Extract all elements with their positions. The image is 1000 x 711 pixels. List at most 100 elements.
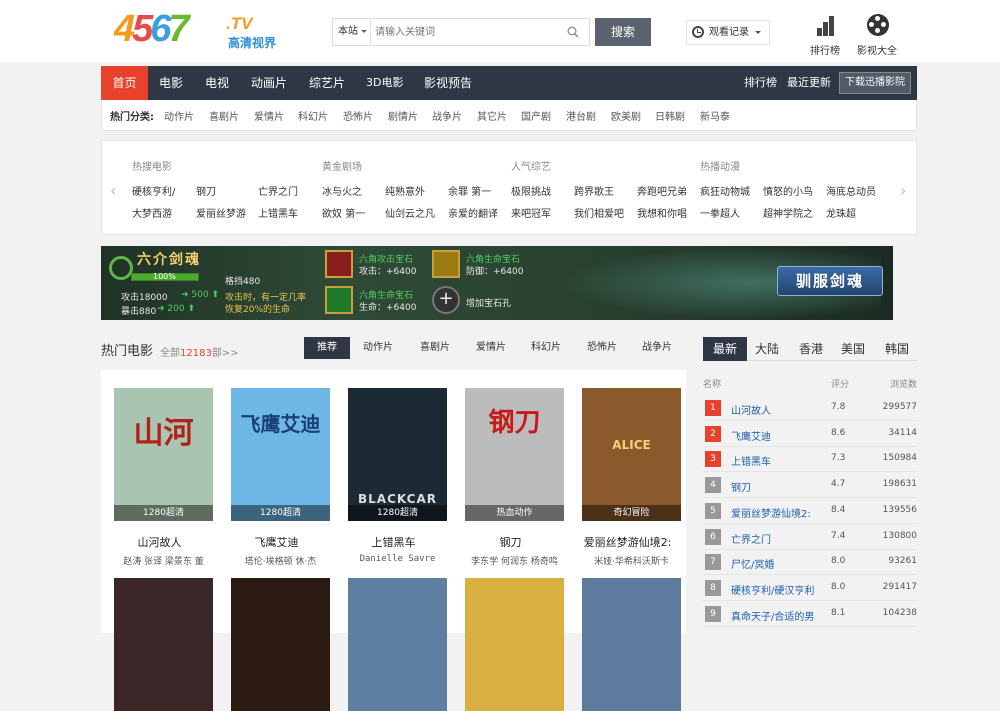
tab-scifi[interactable]: 科幻片 [524, 337, 568, 359]
movie-poster[interactable] [348, 578, 447, 711]
movie-title[interactable]: 山河故人 [101, 534, 218, 550]
category-link[interactable]: 新马泰 [700, 108, 730, 123]
recommend-link[interactable]: 极限挑战 [511, 183, 551, 198]
rank-movie-name[interactable]: 山河故人 [731, 402, 823, 417]
nav-home[interactable]: 首页 [101, 66, 148, 100]
ranking-row[interactable]: 3 上错黑车 7.3 150984 [703, 447, 917, 473]
movie-poster[interactable]: BLACKCAR 1280超清 [348, 388, 447, 521]
catalog-link[interactable]: 影视大全 [855, 12, 899, 57]
nav-trailer[interactable]: 影视预告 [424, 66, 472, 100]
nav-tv[interactable]: 电视 [205, 66, 229, 100]
ranking-row[interactable]: 9 真命天子/合适的男 8.1 104238 [703, 602, 917, 627]
rank-tab-korea[interactable]: 韩国 [879, 337, 915, 361]
ranking-row[interactable]: 1 山河故人 7.8 299577 [703, 396, 917, 421]
category-link[interactable]: 日韩剧 [655, 108, 685, 123]
movie-poster[interactable] [465, 578, 564, 711]
recommend-link[interactable]: 我们相爱吧 [574, 205, 624, 220]
ranking-row[interactable]: 2 飞鹰艾迪 8.6 34114 [703, 422, 917, 447]
chevron-right-icon[interactable]: › [900, 181, 906, 200]
recommend-link[interactable]: 纯熟意外 [385, 183, 425, 198]
movie-title[interactable]: 爱丽丝梦游仙境2: [569, 534, 686, 550]
banner-cta-button[interactable]: 驯服剑魂 [777, 266, 883, 296]
tab-horror[interactable]: 恐怖片 [580, 337, 624, 359]
category-link[interactable]: 战争片 [432, 108, 462, 123]
all-movies-link[interactable]: 全部12183部>> [160, 344, 239, 359]
category-link[interactable]: 喜剧片 [209, 108, 239, 123]
category-link[interactable]: 爱情片 [254, 108, 284, 123]
ranking-row[interactable]: 6 亡界之门 7.4 130800 [703, 525, 917, 550]
nav-movie[interactable]: 电影 [159, 66, 183, 100]
rank-tab-mainland[interactable]: 大陆 [749, 337, 785, 361]
rank-tab-hongkong[interactable]: 香港 [793, 337, 829, 361]
tab-romance[interactable]: 爱情片 [469, 337, 513, 359]
nav-ranking[interactable]: 排行榜 [744, 66, 777, 100]
movie-poster[interactable]: 飞鹰艾迪 1280超清 [231, 388, 330, 521]
ranking-link[interactable]: 排行榜 [803, 12, 847, 57]
ranking-row[interactable]: 7 尸忆/冥婚 8.0 93261 [703, 550, 917, 576]
category-link[interactable]: 欧美剧 [611, 108, 641, 123]
recommend-link[interactable]: 跨界歌王 [574, 183, 614, 198]
category-link[interactable]: 动作片 [164, 108, 194, 123]
category-link[interactable]: 剧情片 [388, 108, 418, 123]
movie-poster[interactable]: 钢刀 热血动作 [465, 388, 564, 521]
rank-movie-name[interactable]: 硬核亨利/硬汉亨利 [731, 582, 823, 597]
watch-history-dropdown[interactable]: 观看记录 [686, 20, 770, 45]
chevron-left-icon[interactable]: ‹ [110, 181, 116, 200]
recommend-link[interactable]: 硬核亨利/ [132, 183, 175, 198]
game-ad-banner[interactable]: 六介剑魂 100% 攻击18000 ➜ 500 ⬆ 暴击880 ➜ 200 ⬆ … [101, 246, 893, 320]
nav-anime[interactable]: 动画片 [251, 66, 287, 100]
movie-poster[interactable] [114, 578, 213, 711]
movie-title[interactable]: 上错黑车 [335, 534, 452, 550]
category-link[interactable]: 恐怖片 [343, 108, 373, 123]
category-link[interactable]: 科幻片 [298, 108, 328, 123]
recommend-link[interactable]: 一拳超人 [700, 205, 740, 220]
recommend-link[interactable]: 海底总动员 [826, 183, 876, 198]
search-scope-select[interactable]: 本站 [333, 19, 371, 45]
ranking-row[interactable]: 4 钢刀 4.7 198631 [703, 473, 917, 499]
movie-title[interactable]: 钢刀 [452, 534, 569, 550]
category-link[interactable]: 其它片 [477, 108, 507, 123]
recommend-link[interactable]: 憤怒的小鸟 [763, 183, 813, 198]
recommend-link[interactable]: 爱丽丝梦游 [196, 205, 246, 220]
movie-poster[interactable]: 山河 1280超清 [114, 388, 213, 521]
recommend-link[interactable]: 仙剑云之凡 [385, 205, 435, 220]
tab-action[interactable]: 动作片 [356, 337, 400, 359]
recommend-link[interactable]: 钢刀 [196, 183, 216, 198]
recommend-link[interactable]: 奔跑吧兄弟 [637, 183, 687, 198]
rank-tab-usa[interactable]: 美国 [835, 337, 871, 361]
search-button[interactable]: 搜索 [595, 18, 651, 46]
tab-comedy[interactable]: 喜剧片 [413, 337, 457, 359]
movie-poster[interactable] [231, 578, 330, 711]
recommend-link[interactable]: 欲奴 第一 [322, 205, 365, 220]
category-link[interactable]: 国产剧 [521, 108, 551, 123]
rank-movie-name[interactable]: 上错黑车 [731, 453, 823, 468]
rank-movie-name[interactable]: 钢刀 [731, 479, 823, 494]
tab-recommended[interactable]: 推荐 [304, 337, 350, 359]
ranking-row[interactable]: 5 爱丽丝梦游仙境2: 8.4 139556 [703, 499, 917, 524]
recommend-link[interactable]: 我想和你唱 [637, 205, 687, 220]
rank-movie-name[interactable]: 亡界之门 [731, 531, 823, 546]
recommend-link[interactable]: 超神学院之 [763, 205, 813, 220]
recommend-link[interactable]: 冰与火之 [322, 183, 362, 198]
ranking-row[interactable]: 8 硬核亨利/硬汉亨利 8.0 291417 [703, 576, 917, 601]
search-icon[interactable] [567, 26, 579, 38]
recommend-link[interactable]: 大梦西游 [132, 205, 172, 220]
rank-movie-name[interactable]: 真命天子/合适的男 [731, 608, 823, 623]
rank-tab-latest[interactable]: 最新 [703, 337, 747, 361]
movie-poster[interactable] [582, 578, 681, 711]
nav-3d[interactable]: 3D电影 [366, 66, 403, 100]
rank-movie-name[interactable]: 尸忆/冥婚 [731, 556, 823, 571]
recommend-link[interactable]: 龙珠超 [826, 205, 856, 220]
tab-war[interactable]: 战争片 [635, 337, 679, 359]
download-client-button[interactable]: 下载迅播影院 [839, 72, 911, 94]
nav-variety[interactable]: 综艺片 [309, 66, 345, 100]
recommend-link[interactable]: 亲爱的翻译 [448, 205, 498, 220]
rank-movie-name[interactable]: 飞鹰艾迪 [731, 428, 823, 443]
movie-title[interactable]: 飞鹰艾迪 [218, 534, 335, 550]
site-logo[interactable]: 4567 .TV 高清视界 [114, 8, 284, 52]
nav-latest[interactable]: 最近更新 [787, 66, 831, 100]
recommend-link[interactable]: 余罪 第一 [448, 183, 491, 198]
recommend-link[interactable]: 来吧冠军 [511, 205, 551, 220]
search-input[interactable] [375, 22, 555, 42]
category-link[interactable]: 港台剧 [566, 108, 596, 123]
